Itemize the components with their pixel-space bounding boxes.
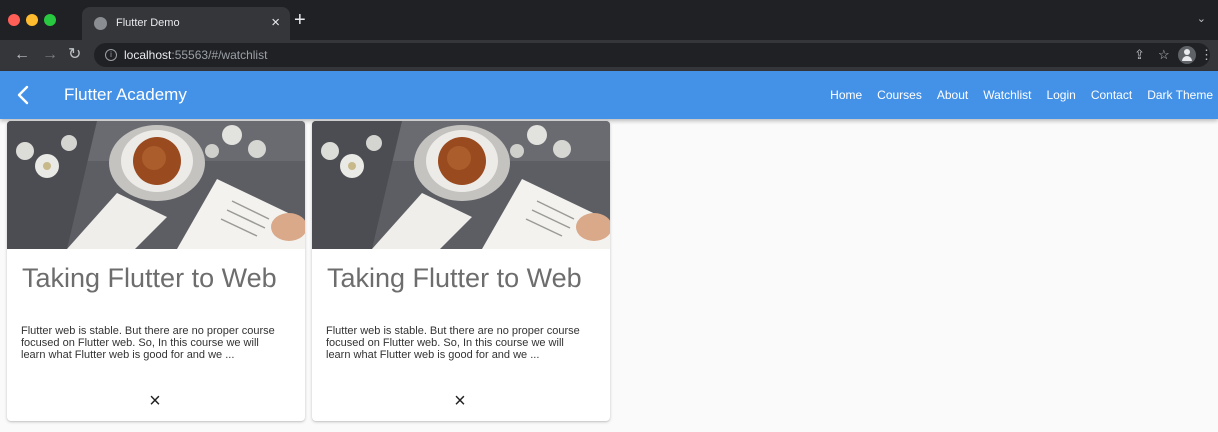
remove-from-watchlist-icon[interactable]: × — [446, 387, 474, 415]
course-title: Taking Flutter to Web — [327, 263, 582, 293]
browser-tab-bar: Flutter Demo × + ⌄ — [0, 0, 1218, 40]
nav-watchlist[interactable]: Watchlist — [983, 88, 1031, 102]
url-text[interactable]: localhost:55563/#/watchlist — [124, 48, 267, 62]
window-minimize-button[interactable] — [26, 14, 38, 26]
address-bar[interactable]: i localhost:55563/#/watchlist ⇪ ☆ ⋮ — [94, 43, 1213, 67]
info-icon[interactable]: i — [105, 49, 117, 61]
nav-contact[interactable]: Contact — [1091, 88, 1132, 102]
reload-icon[interactable]: ↻ — [68, 45, 81, 65]
remove-from-watchlist-icon[interactable]: × — [141, 387, 169, 415]
back-arrow-icon[interactable]: ← — [14, 45, 30, 65]
course-card[interactable]: Taking Flutter to Web Flutter web is sta… — [312, 121, 610, 421]
course-description: Flutter web is stable. But there are no … — [21, 325, 275, 361]
tab-search-chevron-icon[interactable]: ⌄ — [1197, 12, 1206, 25]
app-title: Flutter Academy — [64, 85, 187, 104]
course-image — [312, 121, 610, 249]
forward-arrow-icon[interactable]: → — [42, 45, 58, 65]
new-tab-icon[interactable]: + — [294, 8, 306, 32]
bookmark-star-icon[interactable]: ☆ — [1158, 47, 1170, 63]
profile-avatar-icon[interactable] — [1178, 46, 1196, 64]
browser-toolbar: ← → ↻ i localhost:55563/#/watchlist ⇪ ☆ … — [0, 40, 1218, 71]
tab-close-icon[interactable]: × — [271, 13, 280, 33]
tab-title: Flutter Demo — [116, 17, 180, 29]
back-chevron-icon[interactable] — [12, 83, 36, 107]
course-card[interactable]: Taking Flutter to Web Flutter web is sta… — [7, 121, 305, 421]
nav-dark-theme[interactable]: Dark Theme — [1147, 88, 1213, 102]
globe-icon — [94, 17, 107, 30]
browser-menu-icon[interactable]: ⋮ — [1200, 47, 1213, 63]
window-zoom-button[interactable] — [44, 14, 56, 26]
nav-home[interactable]: Home — [830, 88, 862, 102]
share-icon[interactable]: ⇪ — [1134, 47, 1145, 63]
nav-courses[interactable]: Courses — [877, 88, 922, 102]
app-bar: Flutter Academy Home Courses About Watch… — [0, 71, 1218, 119]
course-description: Flutter web is stable. But there are no … — [326, 325, 580, 361]
browser-tab[interactable]: Flutter Demo × — [82, 7, 290, 40]
nav-about[interactable]: About — [937, 88, 968, 102]
course-title: Taking Flutter to Web — [22, 263, 277, 293]
window-close-button[interactable] — [8, 14, 20, 26]
course-image — [7, 121, 305, 249]
nav-links: Home Courses About Watchlist Login Conta… — [830, 71, 1213, 119]
nav-login[interactable]: Login — [1046, 88, 1075, 102]
